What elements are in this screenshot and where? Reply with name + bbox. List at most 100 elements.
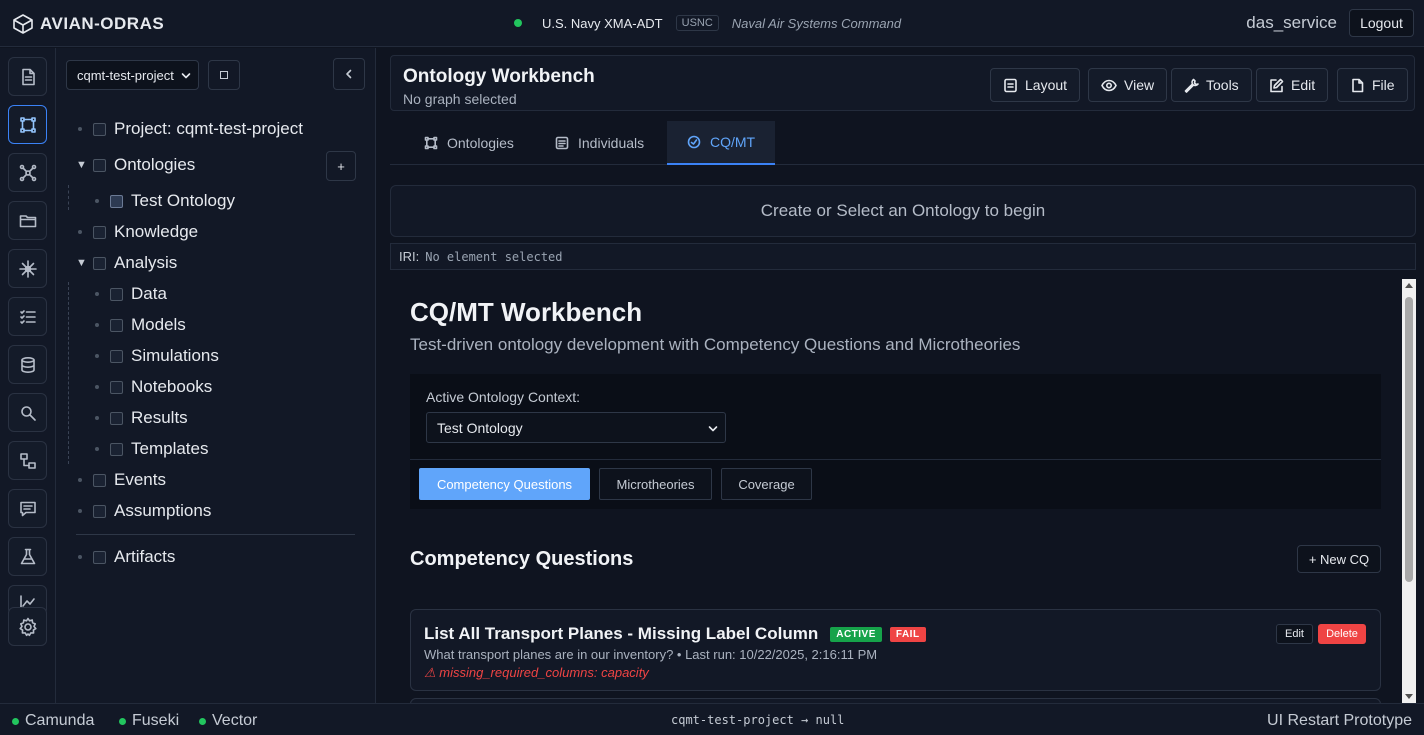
hierarchy-icon[interactable] [8,441,47,480]
username: das_service [1246,13,1337,32]
cq-delete-button[interactable]: Delete [1318,624,1366,644]
status-dot [199,717,206,725]
edit-label: Edit [1291,77,1316,93]
search-icon[interactable] [8,393,47,432]
tree-checkbox[interactable] [110,318,123,332]
tree-checkbox[interactable] [93,473,106,487]
scrollbar[interactable] [1402,279,1416,703]
expand-arrow-icon[interactable]: ▼ [76,159,87,171]
database-icon[interactable] [8,345,47,384]
tree-item-label: Ontologies [114,155,196,174]
tree-checkbox[interactable] [110,411,123,425]
gear-icon[interactable] [8,607,47,646]
checklist-icon[interactable] [8,297,47,336]
tree-item-assumptions[interactable]: Assumptions [78,500,211,522]
logout-button[interactable]: Logout [1349,9,1414,37]
tree-item-results[interactable]: Results [95,407,188,429]
subtab-microtheories[interactable]: Microtheories [599,468,712,500]
tab-label: Ontologies [447,135,514,151]
file-icon [1350,78,1365,93]
tab-cqmt[interactable]: CQ/MT [667,121,776,165]
subtab-competency-questions[interactable]: Competency Questions [419,468,590,500]
tree-guide [68,185,69,210]
scrollbar-thumb[interactable] [1405,297,1413,582]
tree-item-analysis[interactable]: ▼ Analysis [76,252,177,274]
scroll-up-arrow-icon[interactable] [1405,283,1413,288]
document-icon[interactable] [8,57,47,96]
tree-item-ontologies[interactable]: ▼ Ontologies [76,154,196,176]
collapse-panel-button[interactable] [333,58,365,90]
tree-item-events[interactable]: Events [78,469,166,491]
sparkle-icon[interactable] [8,249,47,288]
tree-item-label: Models [131,315,186,334]
tree-checkbox[interactable] [93,256,106,270]
edit-button[interactable]: Edit [1256,68,1329,102]
cq-card-header: List All Transport Planes - Missing Labe… [424,624,926,644]
context-select[interactable]: Test Ontology [426,412,726,443]
tab-ontologies[interactable]: Ontologies [404,121,534,165]
status-dot [12,717,19,725]
flask-icon[interactable] [8,537,47,576]
tree-bullet [95,385,99,389]
tree-item-models[interactable]: Models [95,314,186,336]
tree-bullet [78,127,82,131]
cq-error: ⚠ missing_required_columns: capacity [424,665,649,680]
tree-checkbox[interactable] [110,349,123,363]
cq-edit-button[interactable]: Edit [1276,624,1313,644]
tree-checkbox[interactable] [93,225,106,239]
panel-toggle-button[interactable] [208,60,240,90]
network-icon[interactable] [8,153,47,192]
project-select[interactable]: cqmt-test-project [66,60,199,90]
view-button[interactable]: View [1088,68,1168,102]
scroll-down-arrow-icon[interactable] [1405,694,1413,699]
tree-item-notebooks[interactable]: Notebooks [95,376,212,398]
tree-checkbox[interactable] [93,158,106,172]
tab-label: Individuals [578,135,645,151]
status-dot [119,717,126,725]
layout-button[interactable]: Layout [990,68,1081,102]
tree-checkbox[interactable] [93,550,106,564]
cqmt-pane: CQ/MT Workbench Test-driven ontology dev… [390,279,1402,703]
tree-item-project[interactable]: Project: cqmt-test-project [78,118,303,140]
tree-item-label: Events [114,470,166,489]
connection-status-dot [514,19,522,27]
cq-card[interactable]: List All Transport Planes - Missing Labe… [410,609,1381,691]
tree-checkbox[interactable] [93,504,106,518]
workbench-header: Ontology Workbench No graph selected Lay… [390,55,1415,111]
project-path: cqmt-test-project → null [671,713,845,727]
graph-nodes-icon[interactable] [8,105,47,144]
chevron-left-icon [343,68,355,80]
tree-bullet [78,509,82,513]
tree-checkbox[interactable] [110,380,123,394]
tree-item-label: Simulations [131,346,219,365]
folder-icon[interactable] [8,201,47,240]
tree-checkbox[interactable] [110,287,123,301]
cqmt-title: CQ/MT Workbench [410,297,643,327]
tree-item-data[interactable]: Data [95,283,167,305]
tree-checkbox[interactable] [93,122,106,136]
section-title: Competency Questions [410,548,634,570]
subtab-coverage[interactable]: Coverage [721,468,812,500]
file-button[interactable]: File [1337,68,1408,102]
graph-nodes-icon [424,136,438,150]
org-badge: USNC [675,15,719,31]
layout-label: Layout [1025,77,1068,93]
add-ontology-button[interactable]: + [326,151,356,181]
tree-item-templates[interactable]: Templates [95,438,208,460]
project-select-value: cqmt-test-project [77,67,174,83]
tree-item-artifacts[interactable]: Artifacts [78,546,175,568]
top-bar: AVIAN-ODRAS U.S. Navy XMA-ADT USNC Naval… [0,0,1424,47]
chevron-down-icon [180,70,192,82]
tree-checkbox[interactable] [110,194,123,208]
tree-item-test-ontology[interactable]: Test Ontology [95,190,235,212]
tree-item-knowledge[interactable]: Knowledge [78,221,198,243]
chat-icon[interactable] [8,489,47,528]
tree-item-simulations[interactable]: Simulations [95,345,219,367]
tree-checkbox[interactable] [110,442,123,456]
brand: AVIAN-ODRAS [12,13,164,35]
expand-arrow-icon[interactable]: ▼ [76,257,87,269]
tab-individuals[interactable]: Individuals [535,121,664,165]
tools-button[interactable]: Tools [1171,68,1252,102]
wrench-icon [1184,78,1199,93]
new-cq-button[interactable]: + New CQ [1297,545,1381,573]
